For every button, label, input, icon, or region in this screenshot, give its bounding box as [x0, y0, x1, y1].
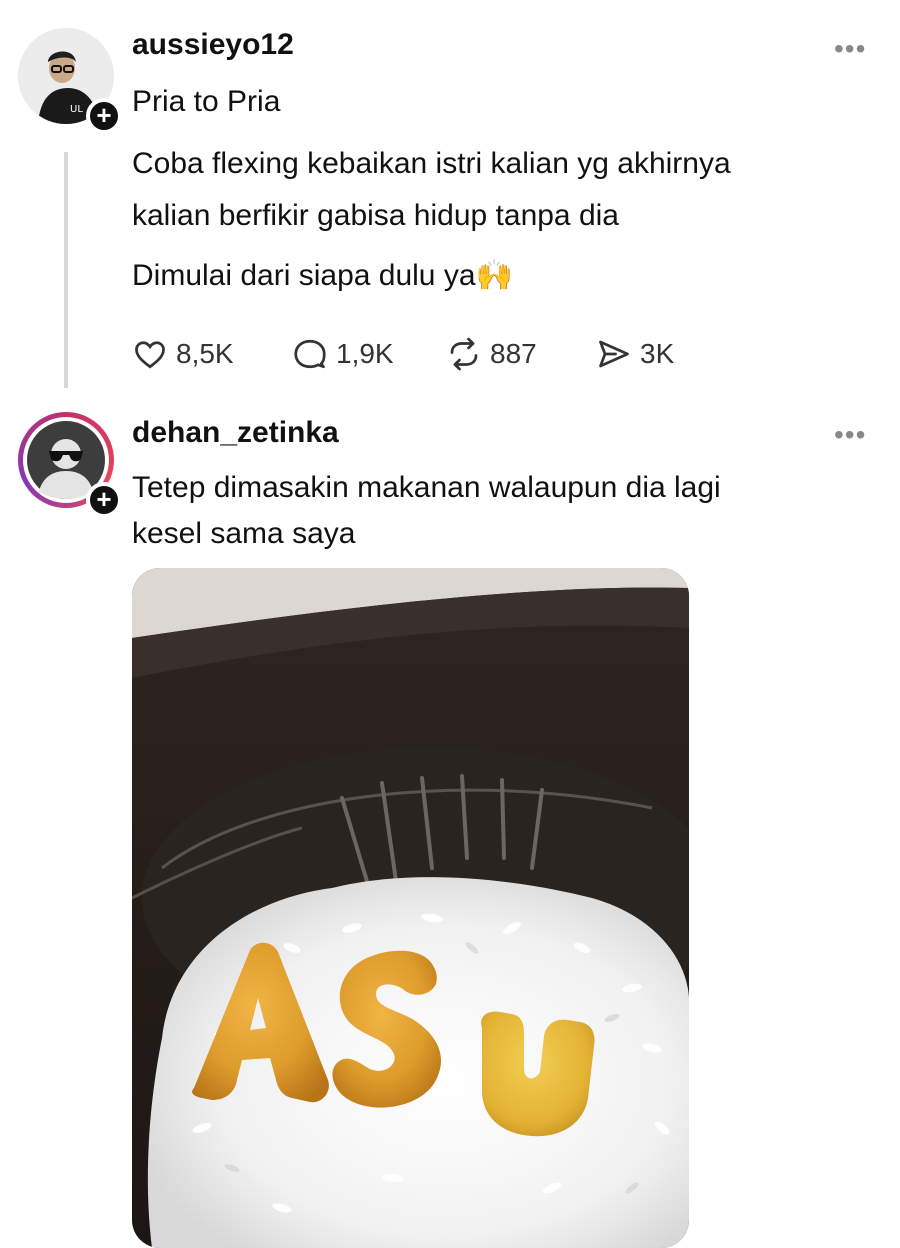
- username[interactable]: aussieyo12: [132, 28, 294, 62]
- share-count: 3K: [640, 338, 675, 369]
- send-icon: [599, 340, 629, 368]
- avatar-aussieyo12-container[interactable]: UL +: [18, 28, 122, 134]
- post-photo[interactable]: [132, 568, 689, 1248]
- rice-plate-photo: [132, 568, 689, 1248]
- more-options-icon[interactable]: •••: [834, 35, 866, 63]
- share-button[interactable]: 3K: [596, 334, 674, 374]
- repost-count: 887: [490, 338, 537, 369]
- post-body-line-1: Tetep dimasakin makanan walaupun dia lag…: [132, 471, 721, 504]
- like-button[interactable]: 8,5K: [132, 334, 234, 374]
- post-body-line-2: kalian berfikir gabisa hidup tanpa dia: [132, 199, 619, 232]
- comment-icon: [294, 339, 326, 369]
- comment-button[interactable]: 1,9K: [292, 334, 394, 374]
- username[interactable]: dehan_zetinka: [132, 416, 339, 450]
- post-body-line-2: kesel sama saya: [132, 517, 356, 550]
- repost-button[interactable]: 887: [446, 334, 537, 374]
- svg-text:UL: UL: [70, 104, 83, 115]
- follow-plus-icon[interactable]: +: [86, 482, 122, 518]
- avatar-dehan-zetinka-container[interactable]: +: [18, 412, 122, 518]
- post-aussieyo12: UL + aussieyo12 ••• Pria to Pria Coba fl…: [0, 0, 900, 400]
- like-count: 8,5K: [176, 338, 234, 369]
- heart-icon: [135, 341, 165, 369]
- comment-count: 1,9K: [336, 338, 394, 369]
- follow-plus-icon[interactable]: +: [86, 98, 122, 134]
- post-context: Pria to Pria: [132, 85, 281, 118]
- thread-connector: [64, 152, 68, 388]
- post-body-line-3: Dimulai dari siapa dulu ya🙌: [132, 259, 513, 292]
- post-body-line-1: Coba flexing kebaikan istri kalian yg ak…: [132, 147, 731, 180]
- repost-icon: [450, 337, 478, 371]
- more-options-icon[interactable]: •••: [834, 421, 866, 449]
